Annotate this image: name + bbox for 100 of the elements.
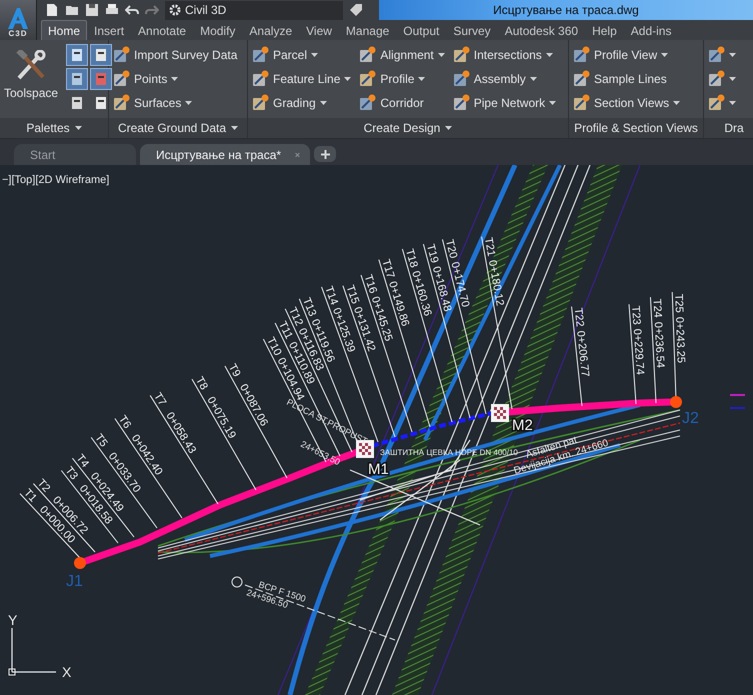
- ribbon-tool[interactable]: Intersections: [452, 44, 556, 65]
- ribbon-tab[interactable]: Insert: [87, 20, 132, 40]
- ribbon-tab[interactable]: Manage: [338, 20, 396, 40]
- panel-title[interactable]: Dra: [704, 118, 753, 138]
- tool-icon: [113, 94, 130, 111]
- palette-icon: [70, 72, 84, 86]
- ribbon-tab[interactable]: Autodesk 360: [498, 20, 586, 40]
- ribbon-tab[interactable]: Analyze: [242, 20, 300, 40]
- ribbon-tool[interactable]: Import Survey Data: [113, 44, 238, 65]
- caret-icon: [344, 76, 352, 80]
- point-name: T22: [572, 307, 586, 328]
- palette-icon: [70, 48, 84, 62]
- undo-icon[interactable]: [125, 3, 139, 17]
- palette-toggle[interactable]: [66, 44, 88, 66]
- ribbon-tool[interactable]: Pipe Network: [452, 92, 556, 113]
- point-name: T16: [362, 273, 379, 296]
- axis-label: Y: [8, 612, 18, 628]
- caret-icon: [530, 76, 537, 80]
- draw-tool[interactable]: [708, 44, 736, 65]
- point-name: T5: [92, 432, 110, 450]
- point-name: T25: [672, 294, 685, 314]
- ribbon-tab[interactable]: Annotate: [131, 20, 194, 40]
- ribbon-tool[interactable]: Feature Line: [252, 68, 352, 89]
- window-title: Исцртување на траса.dwg: [493, 3, 639, 17]
- point-name: T8: [193, 374, 210, 392]
- palette-toggle[interactable]: [90, 44, 112, 66]
- redo-icon[interactable]: [145, 3, 159, 17]
- point-name: T15: [344, 284, 362, 306]
- tool-icon: [359, 46, 376, 63]
- close-icon[interactable]: [295, 150, 300, 158]
- print-icon[interactable]: [105, 3, 119, 17]
- marker-label: M2: [512, 417, 533, 434]
- toolspace-button[interactable]: Toolspace: [4, 44, 58, 118]
- ribbon-tool[interactable]: Assembly: [452, 68, 556, 89]
- caret-icon: [445, 126, 452, 130]
- tool-icon: [452, 70, 470, 87]
- ribbon-tool[interactable]: Sample Lines: [573, 68, 680, 89]
- new-file-icon[interactable]: [45, 3, 59, 17]
- point-name: T7: [151, 390, 168, 408]
- point-name: T20: [442, 238, 460, 260]
- file-tab[interactable]: Исцртување на траса*: [140, 144, 310, 165]
- draw-tool[interactable]: [708, 68, 736, 89]
- tool-icon: [359, 94, 376, 111]
- ribbon-tool[interactable]: Points: [113, 68, 238, 89]
- station-value: 0+229.74: [630, 328, 646, 376]
- station-value: 0+236.54: [652, 321, 666, 368]
- caret-icon: [438, 52, 445, 56]
- caret-icon: [418, 76, 426, 80]
- wrench-hammer-icon: [14, 50, 48, 82]
- palette-toggle[interactable]: [90, 68, 112, 90]
- axis-label: X: [62, 664, 72, 680]
- point-name: T13: [300, 296, 318, 318]
- panel-title[interactable]: Create Design: [248, 118, 568, 138]
- ribbon-tab[interactable]: Output: [396, 20, 446, 40]
- ribbon-tab[interactable]: Home: [41, 20, 88, 40]
- panel-title[interactable]: Palettes: [0, 118, 108, 138]
- ribbon-tool[interactable]: Section Views: [573, 92, 680, 113]
- ribbon-tab[interactable]: Help: [585, 20, 624, 40]
- tool-icon: [708, 94, 725, 111]
- gear-icon: [169, 4, 181, 16]
- ribbon-tool[interactable]: Profile: [359, 68, 445, 89]
- open-folder-icon[interactable]: [65, 3, 79, 17]
- ribbon-tool[interactable]: Corridor: [359, 92, 445, 113]
- tool-icon: [708, 46, 725, 63]
- start-point: [74, 557, 86, 569]
- tool-icon: [252, 70, 269, 87]
- caret-icon: [549, 100, 556, 104]
- ribbon-tab[interactable]: View: [299, 20, 339, 40]
- caret-icon: [546, 52, 553, 56]
- palette-toggle[interactable]: [66, 68, 88, 90]
- ucs-icon: [8, 627, 57, 676]
- palette-icon: [94, 48, 108, 62]
- point-name: T24: [650, 298, 664, 318]
- file-tab[interactable]: Start: [14, 144, 136, 165]
- panel-title[interactable]: Create Ground Data: [109, 118, 247, 138]
- end-label: J2: [682, 410, 699, 427]
- ribbon-tab[interactable]: Add-ins: [624, 20, 678, 40]
- point-name: T17: [379, 258, 396, 280]
- draw-tool[interactable]: [708, 92, 736, 113]
- logo-icon: [6, 7, 30, 29]
- palette-icon: [94, 96, 108, 110]
- save-icon[interactable]: [85, 3, 99, 17]
- marker-symbol: [491, 404, 509, 422]
- ribbon-tool[interactable]: Profile View: [573, 44, 680, 65]
- new-tab-button[interactable]: [314, 146, 336, 162]
- tag-icon[interactable]: [349, 3, 363, 17]
- panel-title[interactable]: Profile & Section Views: [569, 118, 703, 138]
- application-button[interactable]: C3D: [0, 0, 37, 40]
- ribbon-tab[interactable]: Survey: [446, 20, 498, 40]
- ribbon-tab[interactable]: Modify: [193, 20, 242, 40]
- ribbon-tool[interactable]: Surfaces: [113, 92, 238, 113]
- ribbon-tool[interactable]: Parcel: [252, 44, 352, 65]
- caret-icon: [673, 100, 680, 104]
- caret-icon: [185, 100, 192, 104]
- ribbon-tool[interactable]: Alignment: [359, 44, 445, 65]
- ribbon-tool[interactable]: Grading: [252, 92, 352, 113]
- tool-icon: [573, 46, 590, 63]
- viewport-label[interactable]: −][Top][2D Wireframe]: [2, 174, 110, 186]
- workspace-dropdown[interactable]: Civil 3D: [165, 0, 343, 20]
- point-name: T18: [402, 248, 420, 270]
